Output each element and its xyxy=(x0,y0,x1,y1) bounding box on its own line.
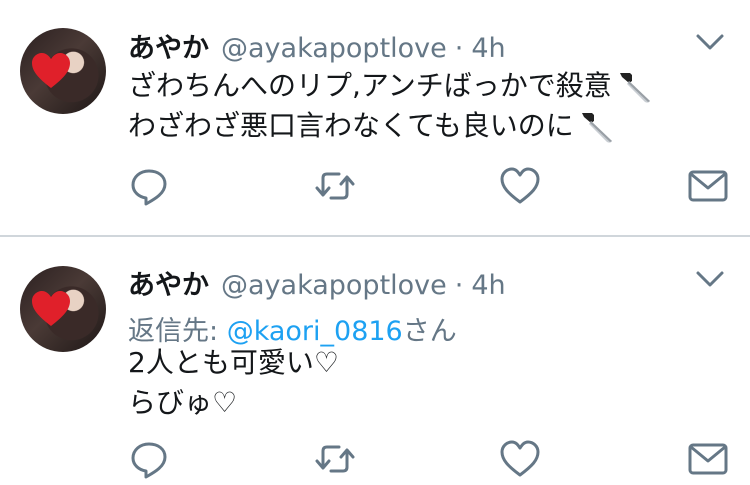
reply-icon xyxy=(131,169,167,206)
separator: · xyxy=(454,270,464,301)
knife-icon xyxy=(619,73,650,103)
tweet-text: らびゅ♡ xyxy=(128,386,238,419)
tweet-header: あやか @ayakapoptlove · 4h xyxy=(128,26,506,66)
chevron-down-icon[interactable] xyxy=(693,267,727,291)
reply-button[interactable] xyxy=(127,164,171,208)
knife-icon xyxy=(581,113,612,143)
author-handle[interactable]: @ayakapoptlove xyxy=(221,33,447,64)
reply-icon xyxy=(131,442,167,479)
tweet-text-line: らびゅ♡ xyxy=(128,383,237,423)
tweet[interactable]: あやか @ayakapoptlove · 4h 返信先: @kaori_0816… xyxy=(0,237,750,479)
reply-button[interactable] xyxy=(127,437,171,481)
tweet-text: わざわざ悪口言わなくても良いのに xyxy=(128,109,574,142)
timestamp[interactable]: 4h xyxy=(471,270,505,301)
direct-message-button[interactable] xyxy=(686,437,730,481)
heart-sticker-icon xyxy=(32,53,70,88)
tweet-actions xyxy=(0,164,750,208)
heart-icon xyxy=(500,440,540,477)
tweet-text: 2人とも可愛い♡ xyxy=(128,346,339,379)
tweet-header: あやか @ayakapoptlove · 4h xyxy=(128,263,506,303)
tweet[interactable]: あやか @ayakapoptlove · 4h ざわちんへのリプ,アンチばっかで… xyxy=(0,0,750,235)
tweet-text-line: ざわちんへのリプ,アンチばっかで殺意 xyxy=(128,66,654,106)
separator: · xyxy=(454,33,464,64)
author-name[interactable]: あやか xyxy=(128,263,209,302)
avatar[interactable] xyxy=(20,266,106,352)
tweet-actions xyxy=(0,437,750,481)
direct-message-button[interactable] xyxy=(686,164,730,208)
retweet-icon xyxy=(315,172,355,200)
envelope-icon xyxy=(688,170,728,202)
author-name[interactable]: あやか xyxy=(128,26,209,65)
retweet-icon xyxy=(315,445,355,473)
tweet-text-line: わざわざ悪口言わなくても良いのに xyxy=(128,106,616,146)
tweet-text: ざわちんへのリプ,アンチばっかで殺意 xyxy=(128,69,612,102)
envelope-icon xyxy=(688,443,728,475)
avatar[interactable] xyxy=(20,28,106,114)
retweet-button[interactable] xyxy=(313,164,357,208)
like-button[interactable] xyxy=(498,164,542,208)
author-handle[interactable]: @ayakapoptlove xyxy=(221,270,447,301)
heart-icon xyxy=(500,167,540,204)
reply-suffix: さん xyxy=(402,316,457,347)
like-button[interactable] xyxy=(498,437,542,481)
timestamp[interactable]: 4h xyxy=(471,33,505,64)
chevron-down-icon[interactable] xyxy=(693,30,727,54)
heart-sticker-icon xyxy=(32,291,70,326)
retweet-button[interactable] xyxy=(313,437,357,481)
tweet-text-line: 2人とも可愛い♡ xyxy=(128,343,339,383)
